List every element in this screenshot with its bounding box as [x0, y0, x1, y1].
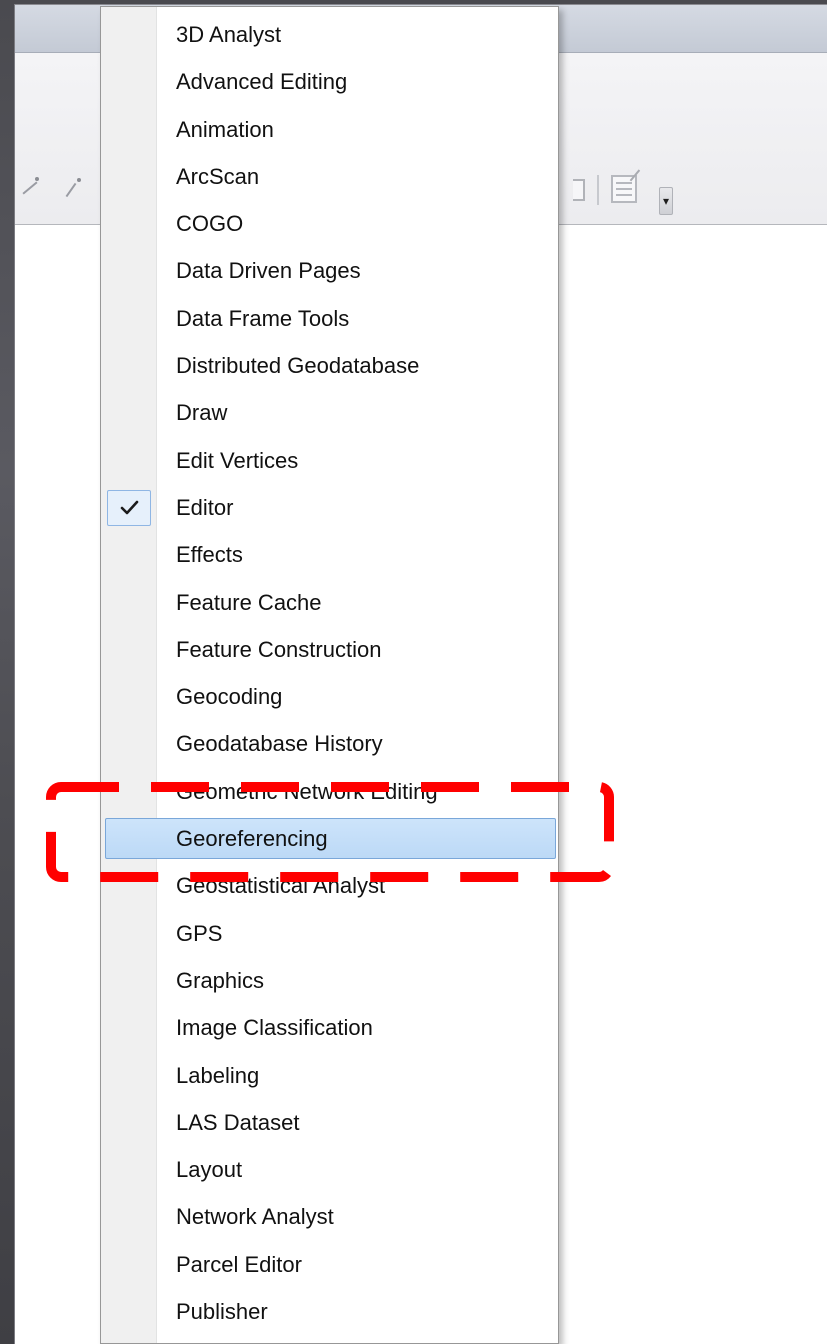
- menu-item-label: Animation: [176, 116, 274, 142]
- menu-item-label: Publisher: [176, 1299, 268, 1325]
- menu-item-feature-construction[interactable]: Feature Construction: [101, 626, 558, 673]
- menu-item-label: Feature Construction: [176, 636, 382, 662]
- menu-item-hover-highlight: [105, 818, 556, 860]
- menu-item-cogo[interactable]: COGO: [101, 200, 558, 247]
- menu-item-label: Labeling: [176, 1062, 260, 1088]
- menu-item-labeling[interactable]: Labeling: [101, 1052, 558, 1099]
- toolbar-separator: [597, 175, 599, 205]
- menu-item-label: Image Classification: [176, 1015, 373, 1041]
- menu-item-graphics[interactable]: Graphics: [101, 957, 558, 1004]
- menu-item-label: Data Frame Tools: [176, 305, 350, 331]
- menu-item-label: 3D Analyst: [176, 22, 282, 47]
- menu-item-label: Data Driven Pages: [176, 258, 361, 284]
- menu-item-label: Geocoding: [176, 684, 283, 710]
- menu-item-effects[interactable]: Effects: [101, 531, 558, 578]
- toolbars-menu: 3D Analyst Advanced Editing Animation ArcSc…: [100, 6, 559, 1344]
- menu-item-geocoding[interactable]: Geocoding: [101, 673, 558, 720]
- menu-item-label: Geostatistical Analyst: [176, 873, 386, 899]
- menu-item-label: Network Analyst: [176, 1204, 334, 1230]
- menu-item-las-dataset[interactable]: LAS Dataset: [101, 1099, 558, 1146]
- line-tool-vertex-icon: [35, 177, 39, 181]
- menu-item-label: GPS: [176, 920, 223, 946]
- menu-item-feature-cache[interactable]: Feature Cache: [101, 579, 558, 626]
- menu-item-label: Draw: [176, 400, 228, 426]
- menu-item-label: Georeferencing: [176, 826, 328, 852]
- menu-item-label: LAS Dataset: [176, 1109, 300, 1135]
- table-edit-icon[interactable]: [611, 175, 637, 203]
- menu-item-label: Edit Vertices: [176, 447, 299, 473]
- menu-item-network-analyst[interactable]: Network Analyst: [101, 1193, 558, 1240]
- menu-item-label: Graphics: [176, 967, 265, 993]
- menu-item-list: 3D Analyst Advanced Editing Animation ArcSc…: [101, 11, 558, 1335]
- menu-item-layout[interactable]: Layout: [101, 1146, 558, 1193]
- menu-item-label: Effects: [176, 542, 243, 568]
- menu-item-distributed-geodatabase[interactable]: Distributed Geodatabase: [101, 342, 558, 389]
- menu-item-geostatistical-analyst[interactable]: Geostatistical Analyst: [101, 862, 558, 909]
- curve-tool-vertex-icon: [77, 178, 81, 182]
- menu-item-geometric-network-editing[interactable]: Geometric Network Editing: [101, 768, 558, 815]
- menu-item-label: Editor: [176, 494, 234, 520]
- menu-item-geodatabase-history[interactable]: Geodatabase History: [101, 720, 558, 767]
- menu-item-label: Feature Cache: [176, 589, 322, 615]
- menu-item-animation[interactable]: Animation: [101, 106, 558, 153]
- menu-item-image-classification[interactable]: Image Classification: [101, 1004, 558, 1051]
- menu-item-label: Parcel Editor: [176, 1251, 302, 1277]
- menu-item-3d-analyst[interactable]: 3D Analyst: [101, 11, 558, 58]
- menu-item-data-driven-pages[interactable]: Data Driven Pages: [101, 247, 558, 294]
- menu-item-gps[interactable]: GPS: [101, 910, 558, 957]
- curve-tool-icon[interactable]: [65, 182, 77, 198]
- menu-item-georeferencing[interactable]: Georeferencing: [101, 815, 558, 862]
- menu-item-edit-vertices[interactable]: Edit Vertices: [101, 437, 558, 484]
- menu-item-label: Geodatabase History: [176, 731, 383, 757]
- menu-item-publisher[interactable]: Publisher: [101, 1288, 558, 1335]
- line-tool-icon[interactable]: [22, 181, 38, 195]
- toolbar-overflow-icon[interactable]: ▾: [659, 187, 673, 215]
- menu-item-draw[interactable]: Draw: [101, 389, 558, 436]
- menu-item-advanced-editing[interactable]: Advanced Editing: [101, 58, 558, 105]
- menu-item-parcel-editor[interactable]: Parcel Editor: [101, 1241, 558, 1288]
- grid-icon[interactable]: [573, 179, 585, 201]
- menu-item-editor[interactable]: Editor: [101, 484, 558, 531]
- menu-item-label: Advanced Editing: [176, 69, 348, 95]
- menu-item-label: Layout: [176, 1157, 243, 1183]
- check-icon: [107, 489, 151, 526]
- menu-item-label: ArcScan: [176, 163, 260, 189]
- menu-item-label: COGO: [176, 211, 244, 237]
- menu-item-label: Geometric Network Editing: [176, 778, 438, 804]
- menu-item-label: Distributed Geodatabase: [176, 353, 420, 379]
- menu-item-data-frame-tools[interactable]: Data Frame Tools: [101, 295, 558, 342]
- menu-item-arcscan[interactable]: ArcScan: [101, 153, 558, 200]
